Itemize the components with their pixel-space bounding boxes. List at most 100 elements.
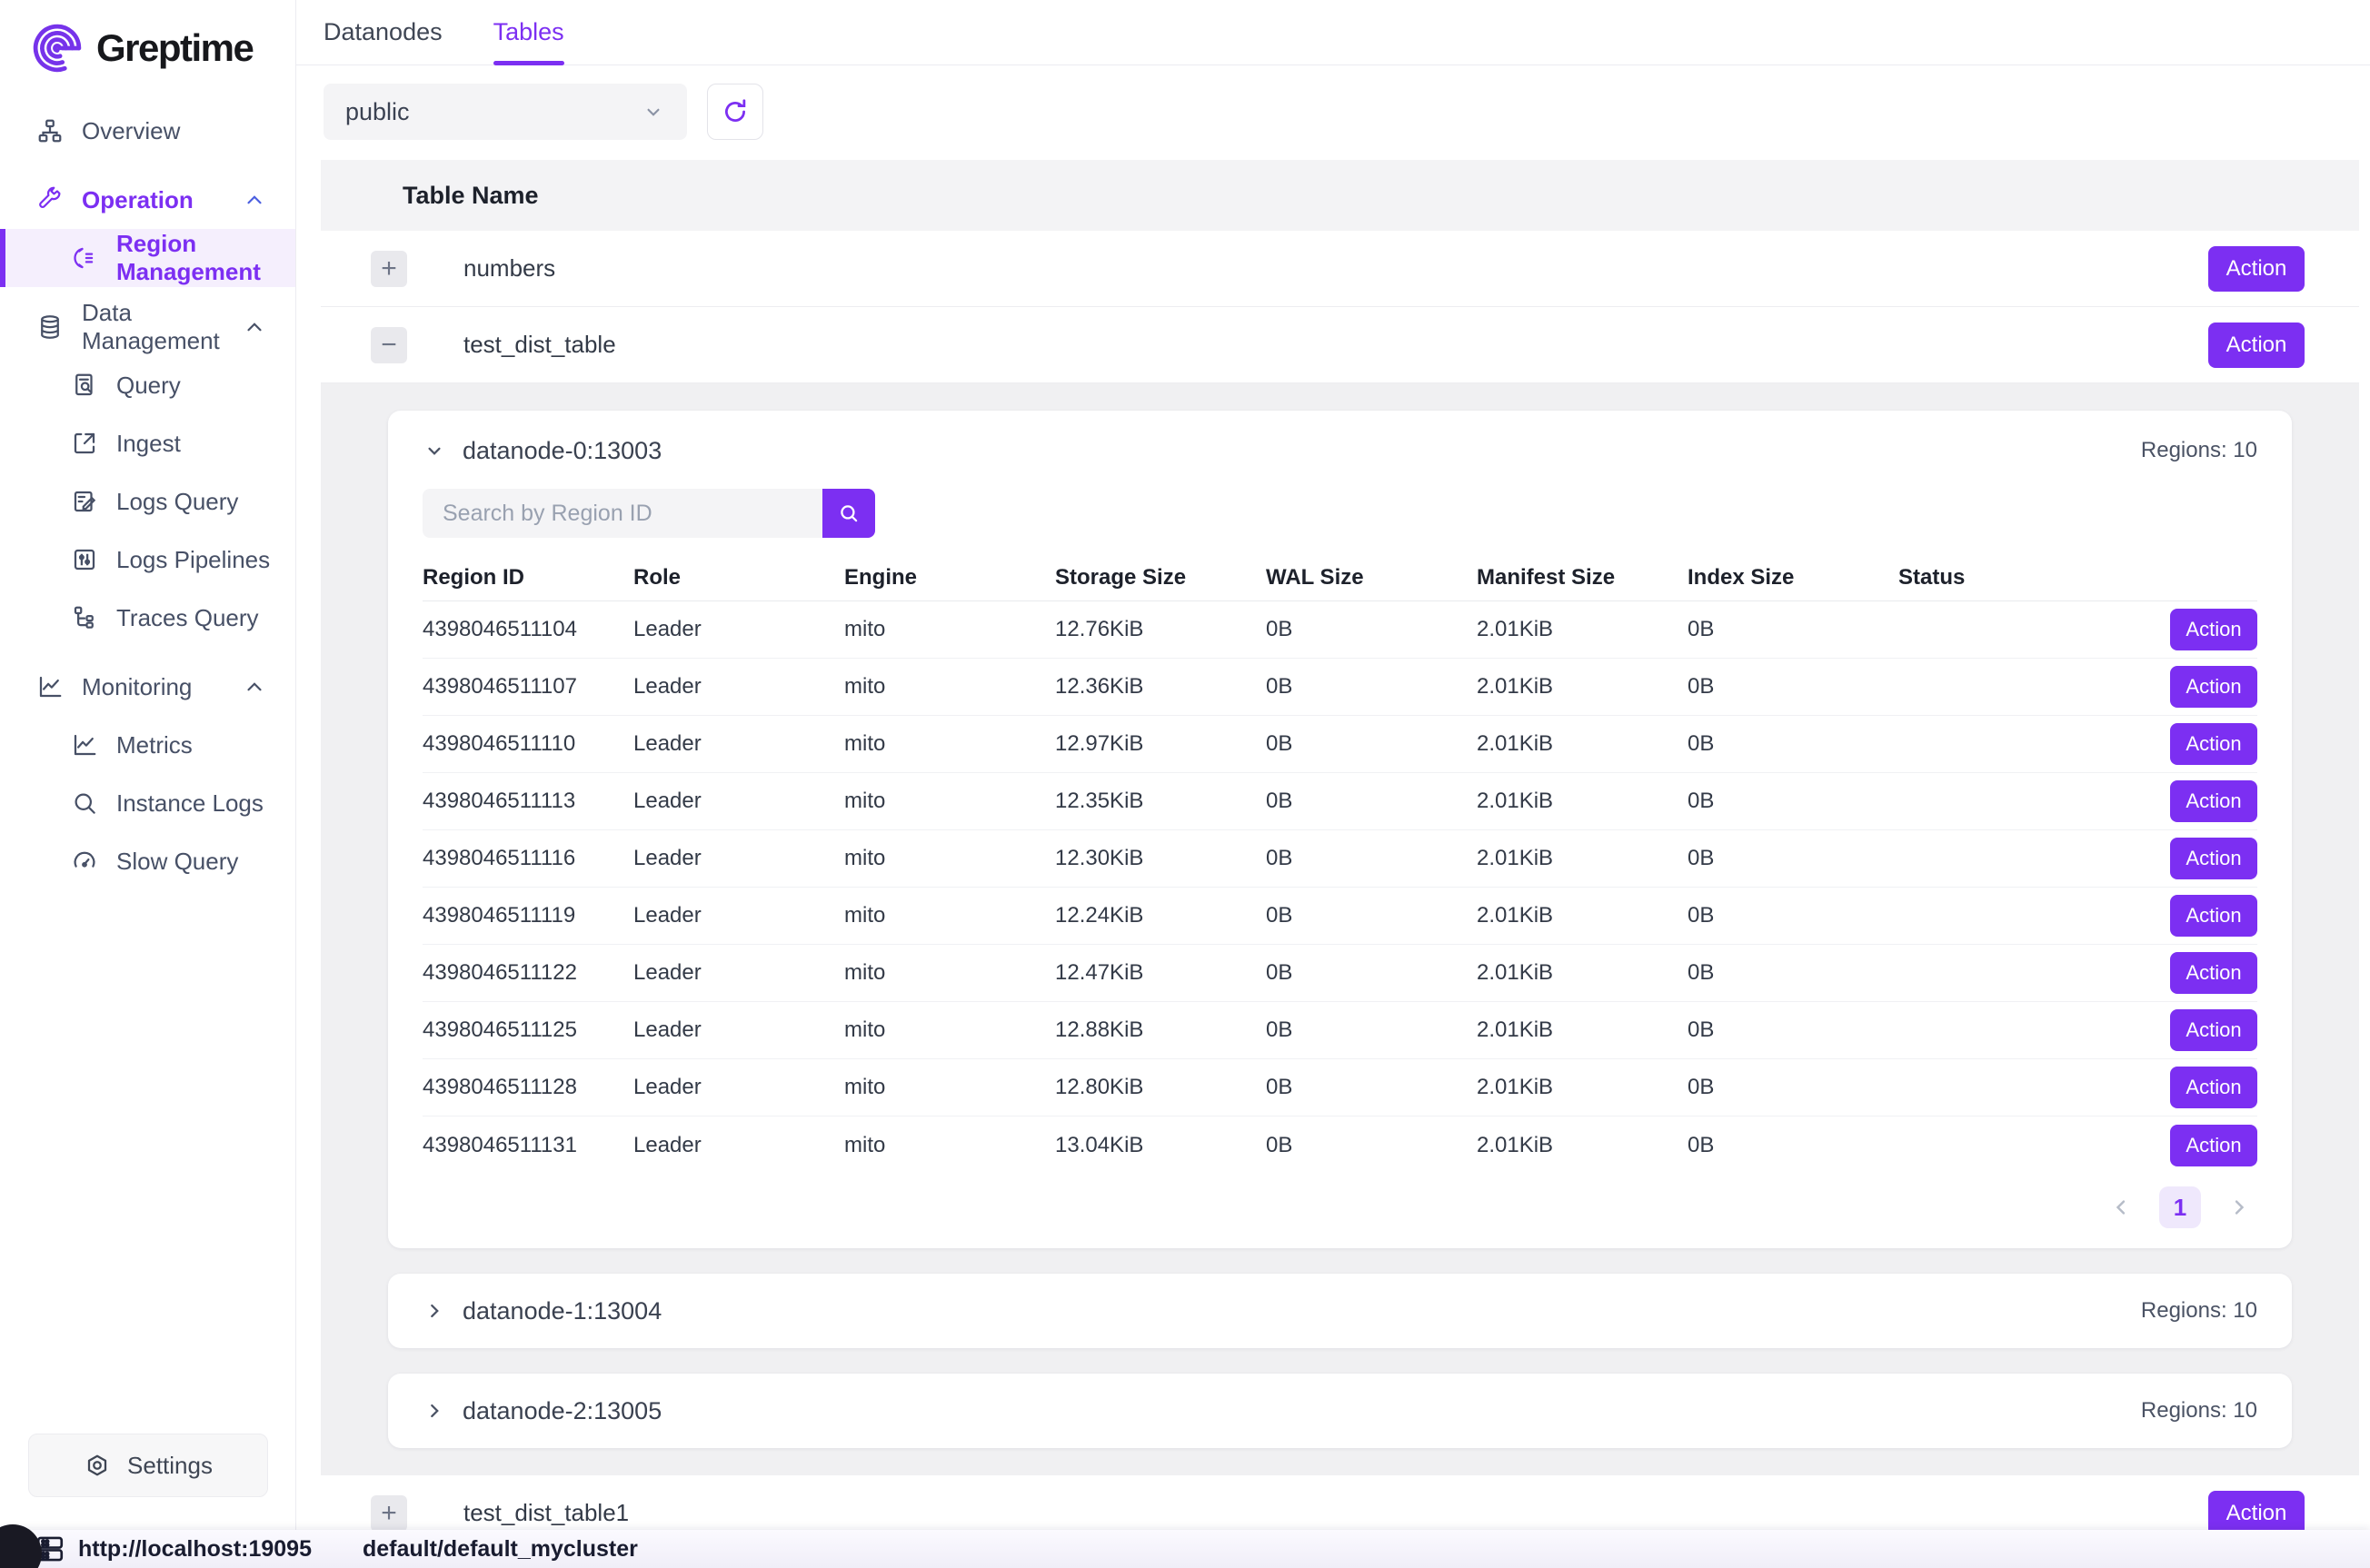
column-header: Engine: [844, 565, 1055, 590]
sliders-icon: [71, 546, 98, 573]
sidebar-item-operation[interactable]: Operation: [0, 171, 295, 229]
chevron-up-icon: [243, 188, 266, 212]
region-cell: mito: [844, 1133, 1055, 1158]
region-action-button[interactable]: Action: [2170, 723, 2257, 765]
table-name-column-header: Table Name: [403, 182, 539, 210]
settings-hexnut-icon: [84, 1452, 111, 1479]
sidebar-item-ingest[interactable]: Ingest: [0, 414, 295, 472]
region-table-row: 4398046511125Leadermito12.88KiB0B2.01KiB…: [423, 1002, 2257, 1059]
sidebar-item-label: Slow Query: [116, 848, 238, 876]
sidebar-item-label: Metrics: [116, 731, 193, 759]
region-cell: Leader: [633, 617, 844, 642]
table-action-button[interactable]: Action: [2208, 323, 2305, 368]
sidebar-item-query[interactable]: Query: [0, 356, 295, 414]
sidebar-item-metrics[interactable]: Metrics: [0, 716, 295, 774]
region-cell: 2.01KiB: [1477, 617, 1688, 642]
region-table-row: 4398046511122Leadermito12.47KiB0B2.01KiB…: [423, 945, 2257, 1002]
server-url[interactable]: http://localhost:19095: [78, 1536, 312, 1563]
pagination-next-icon[interactable]: [2226, 1195, 2252, 1220]
region-table-row: 4398046511110Leadermito12.97KiB0B2.01KiB…: [423, 716, 2257, 773]
pagination-page-1[interactable]: 1: [2159, 1186, 2201, 1228]
sidebar-item-overview[interactable]: Overview: [0, 102, 295, 160]
region-cell: 2.01KiB: [1477, 1017, 1688, 1043]
datanode-name: datanode-1:13004: [463, 1297, 662, 1325]
gauge-icon: [71, 848, 98, 875]
line-chart-icon: [71, 731, 98, 759]
datanode-0-card: datanode-0:13003 Regions: 10 Region ID R…: [388, 411, 2292, 1248]
datanode-2-card[interactable]: datanode-2:13005 Regions: 10: [388, 1374, 2292, 1448]
expand-button[interactable]: +: [371, 1495, 407, 1532]
tab-datanodes[interactable]: Datanodes: [324, 0, 443, 65]
chevron-up-icon: [243, 315, 266, 339]
region-cell: 0B: [1266, 731, 1477, 757]
region-action-button[interactable]: Action: [2170, 952, 2257, 994]
datanode-1-card[interactable]: datanode-1:13004 Regions: 10: [388, 1274, 2292, 1348]
region-table-row: 4398046511104Leadermito12.76KiB0B2.01KiB…: [423, 601, 2257, 659]
region-action-button[interactable]: Action: [2170, 895, 2257, 937]
table-name: numbers: [463, 254, 555, 283]
settings-button[interactable]: Settings: [28, 1434, 268, 1497]
region-cell: 0B: [1266, 846, 1477, 871]
region-cell: 4398046511122: [423, 960, 633, 986]
database-select[interactable]: public: [324, 84, 687, 140]
sidebar-item-region-management[interactable]: Region Management: [0, 229, 295, 287]
region-action-cell: Action: [2170, 952, 2257, 994]
region-action-cell: Action: [2170, 1067, 2257, 1108]
sidebar-item-label: Data Management: [82, 299, 224, 355]
sidebar-item-logs-pipelines[interactable]: Logs Pipelines: [0, 531, 295, 589]
region-search-button[interactable]: [822, 489, 875, 538]
chevron-down-icon: [642, 100, 665, 124]
region-action-cell: Action: [2170, 1125, 2257, 1166]
chevron-right-icon: [423, 1399, 446, 1423]
region-action-button[interactable]: Action: [2170, 1125, 2257, 1166]
region-cell: 0B: [1266, 903, 1477, 928]
region-cell: 0B: [1688, 1017, 1898, 1043]
cluster-name[interactable]: default/default_mycluster: [363, 1536, 638, 1563]
region-cell: 4398046511125: [423, 1017, 633, 1043]
region-cell: 12.35KiB: [1055, 789, 1266, 814]
sidebar: Greptime Overview Operation Region Manag…: [0, 0, 296, 1568]
region-cell: 0B: [1688, 1133, 1898, 1158]
region-cell: 0B: [1688, 1075, 1898, 1100]
region-action-button[interactable]: Action: [2170, 609, 2257, 650]
region-action-button[interactable]: Action: [2170, 1067, 2257, 1108]
tab-tables[interactable]: Tables: [493, 0, 564, 65]
sidebar-item-instance-logs[interactable]: Instance Logs: [0, 774, 295, 832]
sidebar-item-logs-query[interactable]: Logs Query: [0, 472, 295, 531]
region-cell: 0B: [1266, 960, 1477, 986]
expand-button[interactable]: +: [371, 251, 407, 287]
region-table-row: 4398046511113Leadermito12.35KiB0B2.01KiB…: [423, 773, 2257, 830]
datanode-0-header[interactable]: datanode-0:13003 Regions: 10: [423, 429, 2257, 472]
collapse-button[interactable]: −: [371, 327, 407, 363]
region-cell: mito: [844, 789, 1055, 814]
sidebar-item-data-management[interactable]: Data Management: [0, 298, 295, 356]
region-cell: 0B: [1688, 960, 1898, 986]
region-cell: 0B: [1688, 846, 1898, 871]
refresh-button[interactable]: [707, 84, 763, 140]
region-action-button[interactable]: Action: [2170, 1009, 2257, 1051]
pagination-prev-icon[interactable]: [2108, 1195, 2134, 1220]
region-action-button[interactable]: Action: [2170, 838, 2257, 879]
region-cell: 12.36KiB: [1055, 674, 1266, 700]
region-cell: 12.24KiB: [1055, 903, 1266, 928]
region-cell: 12.97KiB: [1055, 731, 1266, 757]
sidebar-item-traces-query[interactable]: Traces Query: [0, 589, 295, 647]
region-search-input[interactable]: [423, 489, 822, 538]
region-cell: 12.76KiB: [1055, 617, 1266, 642]
column-header: Role: [633, 565, 844, 590]
main-content: Datanodes Tables public Table Name + num…: [296, 0, 2370, 1568]
region-cell: 0B: [1266, 1017, 1477, 1043]
plus-icon: +: [381, 255, 397, 283]
region-cell: 2.01KiB: [1477, 846, 1688, 871]
sidebar-item-slow-query[interactable]: Slow Query: [0, 832, 295, 890]
regions-count-label: Regions: 10: [2141, 1298, 2257, 1324]
sidebar-item-label: Query: [116, 372, 181, 400]
region-action-button[interactable]: Action: [2170, 666, 2257, 708]
column-header: Storage Size: [1055, 565, 1266, 590]
sidebar-item-monitoring[interactable]: Monitoring: [0, 658, 295, 716]
region-action-button[interactable]: Action: [2170, 780, 2257, 822]
region-action-cell: Action: [2170, 1009, 2257, 1051]
table-action-button[interactable]: Action: [2208, 1491, 2305, 1536]
table-action-button[interactable]: Action: [2208, 246, 2305, 292]
region-cell: 2.01KiB: [1477, 960, 1688, 986]
